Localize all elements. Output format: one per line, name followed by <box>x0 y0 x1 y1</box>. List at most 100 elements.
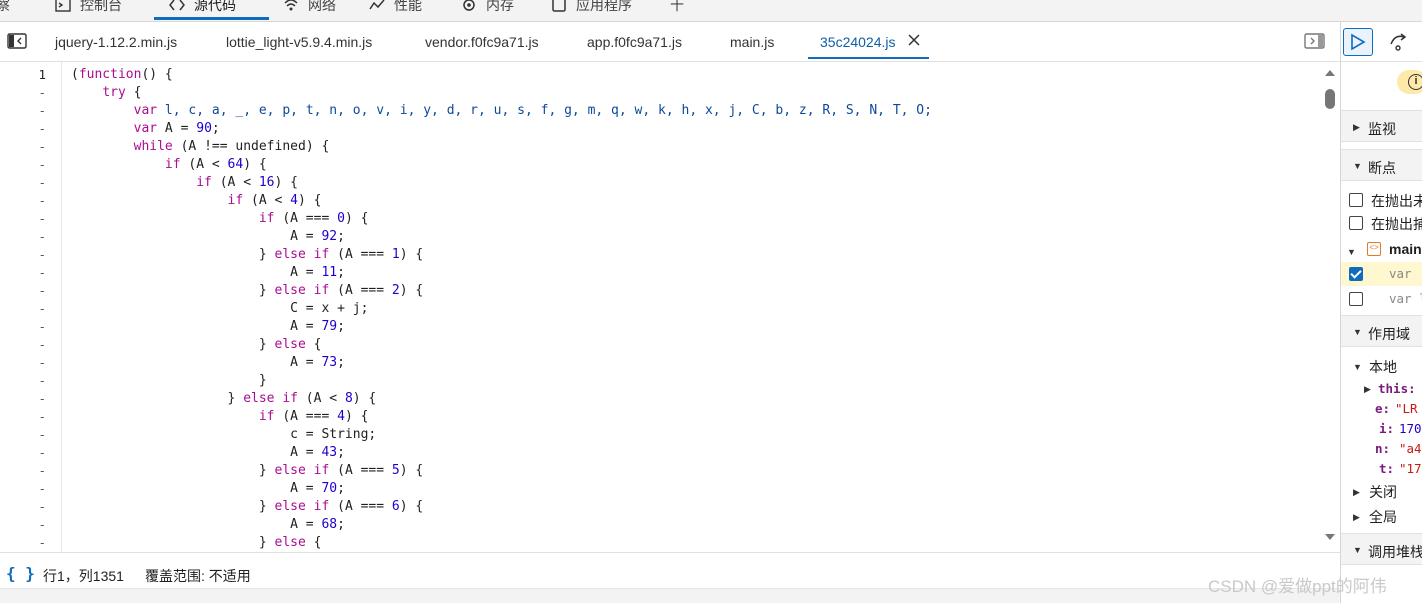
scope-var-value[interactable]: "17 <box>1399 461 1422 476</box>
line-number[interactable]: - <box>0 408 46 426</box>
tab-performance[interactable]: 性能 <box>368 0 422 16</box>
line-number[interactable]: - <box>0 336 46 354</box>
expanded-triangle-icon: ▼ <box>1353 545 1362 555</box>
tab-label: 源代码 <box>194 0 236 13</box>
toggle-debugger-icon[interactable] <box>1304 33 1325 49</box>
tab-sources[interactable]: 源代码 <box>168 0 236 16</box>
line-number[interactable]: - <box>0 516 46 534</box>
scope-var-value[interactable]: 170 <box>1399 421 1422 436</box>
line-number[interactable]: - <box>0 462 46 480</box>
tab-console[interactable]: 控制台 <box>54 0 122 16</box>
editor-scrollbar[interactable] <box>1320 62 1340 552</box>
scope-this[interactable]: this: <box>1378 381 1416 396</box>
breakpoints-section[interactable]: ▼ 断点 <box>1341 149 1422 181</box>
line-number[interactable]: - <box>0 498 46 516</box>
line-number[interactable]: 1 <box>0 66 46 84</box>
code-line: A = 70; <box>71 481 345 496</box>
file-tab-lottie[interactable]: lottie_light-v5.9.4.min.js <box>226 32 372 52</box>
line-number[interactable]: - <box>0 84 46 102</box>
line-number[interactable]: - <box>0 210 46 228</box>
scope-section[interactable]: ▼ 作用域 <box>1341 315 1422 347</box>
expanded-triangle-icon: ▼ <box>1353 327 1362 337</box>
line-number[interactable]: - <box>0 264 46 282</box>
line-number[interactable]: - <box>0 156 46 174</box>
tab-label: 内存 <box>486 0 514 13</box>
scrollbar-thumb[interactable] <box>1325 89 1335 109</box>
line-number[interactable]: - <box>0 480 46 498</box>
line-number[interactable]: - <box>0 390 46 408</box>
scope-global-label[interactable]: 全局 <box>1369 507 1397 527</box>
file-tab-bar: jquery-1.12.2.min.js lottie_light-v5.9.4… <box>0 22 1340 62</box>
scope-closure-label[interactable]: 关闭 <box>1369 482 1397 502</box>
scope-local-label[interactable]: 本地 <box>1369 357 1397 377</box>
pretty-print-button[interactable]: { } <box>6 564 35 583</box>
line-number[interactable]: - <box>0 138 46 156</box>
code-line: A = 11; <box>71 265 345 280</box>
tab-application[interactable]: 应用程序 <box>550 0 632 16</box>
tab-label: 网络 <box>308 0 336 13</box>
code-line: if (A === 0) { <box>258 211 369 226</box>
file-tab-35c24024[interactable]: 35c24024.js <box>820 32 896 52</box>
sources-icon <box>168 0 186 14</box>
watch-section[interactable]: ▶ 监视 <box>1341 110 1422 142</box>
code-line: } else { <box>71 337 322 352</box>
tab-memory[interactable]: 内存 <box>460 0 514 16</box>
tab-label: 控制台 <box>80 0 122 13</box>
line-number[interactable]: - <box>0 246 46 264</box>
line-number[interactable]: - <box>0 282 46 300</box>
code-line: } else if (A < 8) { <box>71 391 377 406</box>
line-number[interactable]: - <box>0 372 46 390</box>
performance-icon <box>368 0 386 14</box>
pause-uncaught-checkbox[interactable] <box>1349 193 1363 207</box>
debugger-toolbar <box>1341 22 1422 62</box>
cursor-position: 行1，列1351 <box>43 568 124 584</box>
scope-var-value[interactable]: "LR <box>1395 401 1418 416</box>
scroll-up-icon[interactable] <box>1325 70 1335 76</box>
file-tab-main[interactable]: main.js <box>730 32 774 52</box>
line-gutter[interactable]: 1-------------------------- <box>0 62 62 552</box>
file-tab-jquery[interactable]: jquery-1.12.2.min.js <box>55 32 177 52</box>
code-line: try { <box>102 85 142 100</box>
line-number[interactable]: - <box>0 228 46 246</box>
code-line: while (A !== undefined) { <box>133 139 330 154</box>
line-number[interactable]: - <box>0 426 46 444</box>
line-number[interactable]: - <box>0 534 46 552</box>
application-icon <box>550 0 568 14</box>
collapsed-triangle-icon: ▶ <box>1353 487 1360 497</box>
code-line: A = 68; <box>71 517 345 532</box>
close-tab-icon[interactable] <box>904 30 924 50</box>
file-tab-app[interactable]: app.f0fc9a71.js <box>587 32 682 52</box>
devtools-tab-strip: 察 控制台 源代码 网络 性能 内存 应用程序 十 <box>0 0 1422 22</box>
breakpoint-file-name[interactable]: main <box>1389 241 1422 257</box>
line-number[interactable]: - <box>0 444 46 462</box>
scope-var-value[interactable]: "a4 <box>1399 441 1422 456</box>
file-tab-vendor[interactable]: vendor.f0fc9a71.js <box>425 32 539 52</box>
call-stack-section[interactable]: ▼ 调用堆栈 <box>1341 533 1422 565</box>
code-line: (function() { <box>71 67 173 82</box>
scroll-down-icon[interactable] <box>1325 534 1335 540</box>
paused-info-bar: i <box>1341 62 1422 102</box>
line-number[interactable]: - <box>0 354 46 372</box>
pause-caught-checkbox[interactable] <box>1349 216 1363 230</box>
tab-network[interactable]: 网络 <box>282 0 336 16</box>
breakpoint-checkbox[interactable] <box>1349 267 1363 281</box>
toggle-navigator-icon[interactable] <box>7 33 27 49</box>
line-number[interactable]: - <box>0 318 46 336</box>
resume-button[interactable] <box>1343 28 1373 56</box>
line-number[interactable]: - <box>0 120 46 138</box>
expanded-triangle-icon: ▼ <box>1353 362 1362 372</box>
step-over-icon[interactable] <box>1387 30 1413 54</box>
breakpoint-checkbox[interactable] <box>1349 292 1363 306</box>
code-line: } <box>71 373 267 388</box>
code-editor[interactable]: 1-------------------------- (function() … <box>0 62 1340 552</box>
line-number[interactable]: - <box>0 192 46 210</box>
code-line: } else { <box>71 535 322 550</box>
breakpoint-code[interactable]: var <box>1389 266 1412 281</box>
more-tabs-button[interactable]: 十 <box>670 0 684 16</box>
breakpoint-code[interactable]: var l <box>1389 291 1422 306</box>
line-number[interactable]: - <box>0 102 46 120</box>
code-line: if (A === 4) { <box>258 409 369 424</box>
tab-elements-partial[interactable]: 察 <box>0 0 10 16</box>
line-number[interactable]: - <box>0 174 46 192</box>
line-number[interactable]: - <box>0 300 46 318</box>
